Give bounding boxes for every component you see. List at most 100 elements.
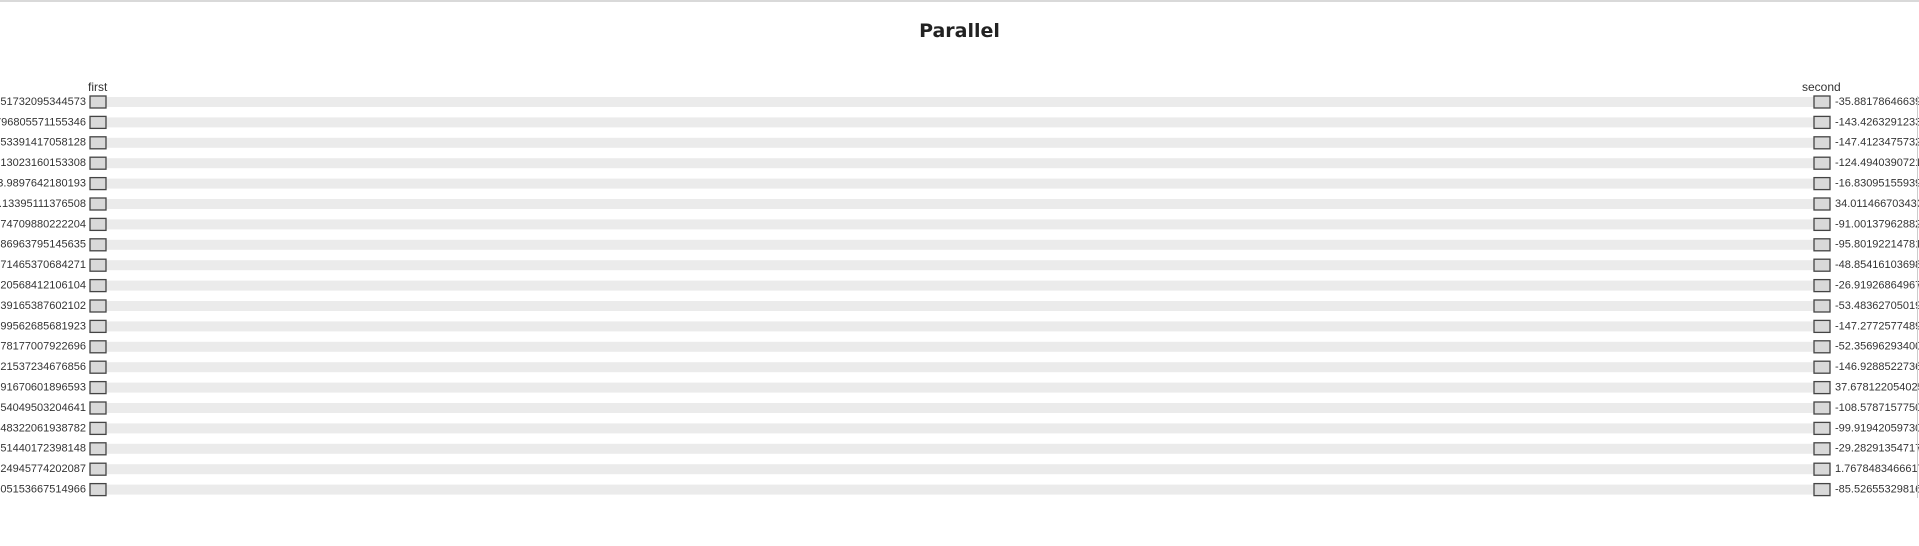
row-value-second: -124.49403907212	[1835, 157, 1919, 169]
row-value-second: 1.7678483466617	[1835, 463, 1919, 475]
row-band	[106, 97, 1814, 107]
chart-page: Parallel first second .51732095344573 -35.8…	[0, 0, 1919, 546]
row-checkbox-first[interactable]	[89, 176, 107, 191]
row-value-second: -35.881786466391	[1835, 96, 1919, 108]
row-value-second: -48.854161036985	[1835, 259, 1919, 271]
row-value-first: .53391417058128	[0, 137, 86, 149]
row-value-first: .021537234676856	[0, 361, 86, 373]
row-checkbox-second[interactable]	[1813, 380, 1831, 395]
row-value-second: -143.42632912333	[1835, 116, 1919, 128]
row-value-first: .978177007922696	[0, 341, 86, 353]
row-checkbox-second[interactable]	[1813, 482, 1831, 497]
row-checkbox-first[interactable]	[89, 380, 107, 395]
row-band	[106, 443, 1814, 454]
right-edge-line	[1917, 96, 1918, 498]
row-value-second: -147.27725774891	[1835, 320, 1919, 332]
row-value-second: 37.678122054025	[1835, 382, 1919, 394]
row-checkbox-first[interactable]	[89, 482, 107, 497]
row-checkbox-second[interactable]	[1813, 156, 1831, 170]
row-checkbox-first[interactable]	[89, 319, 107, 334]
row-band	[106, 260, 1814, 271]
row-band	[106, 301, 1814, 311]
row-value-first: .74709880222204	[0, 218, 86, 230]
row-band	[106, 464, 1814, 475]
row-value-first: .720568412106104	[0, 280, 86, 292]
row-band	[106, 117, 1814, 128]
row-value-first: .796805571155346	[0, 116, 86, 128]
row-value-first: .48322061938782	[0, 422, 86, 434]
row-value-first: .51732095344573	[0, 96, 86, 108]
row-band	[106, 178, 1814, 189]
row-checkbox-second[interactable]	[1813, 462, 1831, 476]
row-checkbox-second[interactable]	[1813, 401, 1831, 415]
row-band	[106, 219, 1814, 230]
row-checkbox-second[interactable]	[1813, 197, 1831, 211]
row-checkbox-second[interactable]	[1813, 115, 1831, 130]
row-checkbox-second[interactable]	[1813, 299, 1831, 313]
row-checkbox-first[interactable]	[89, 136, 107, 150]
row-value-first: .424945774202087	[0, 463, 86, 475]
parallel-chart: first second .51732095344573 -35.8817864663…	[0, 80, 1919, 498]
row-value-second: -16.830951559390	[1835, 178, 1919, 190]
row-value-second: -146.92885227363	[1835, 361, 1919, 373]
row-value-second: -85.526553298168	[1835, 484, 1919, 496]
row-value-second: -108.57871577505	[1835, 402, 1919, 414]
row-value-first: .54049503204641	[0, 402, 86, 414]
row-band	[106, 341, 1814, 352]
row-checkbox-second[interactable]	[1813, 238, 1831, 252]
row-checkbox-second[interactable]	[1813, 360, 1831, 374]
row-value-first: .586963795145635	[0, 239, 86, 251]
row-checkbox-first[interactable]	[89, 421, 107, 436]
row-checkbox-second[interactable]	[1813, 217, 1831, 232]
row-checkbox-first[interactable]	[89, 278, 107, 293]
row-value-first: .05153667514966	[0, 484, 86, 496]
row-value-first: .99562685681923	[0, 320, 86, 332]
row-checkbox-second[interactable]	[1813, 95, 1831, 109]
row-band	[106, 158, 1814, 169]
row-checkbox-second[interactable]	[1813, 340, 1831, 354]
row-value-first: .13023160153308	[0, 157, 86, 169]
row-checkbox-second[interactable]	[1813, 442, 1831, 456]
row-checkbox-first[interactable]	[89, 95, 107, 109]
row-checkbox-first[interactable]	[89, 299, 107, 313]
row-band	[106, 199, 1814, 209]
row-band	[106, 484, 1814, 495]
row-checkbox-second[interactable]	[1813, 278, 1831, 293]
row-value-second: -91.001379628821	[1835, 218, 1919, 230]
row-checkbox-first[interactable]	[89, 238, 107, 252]
row-checkbox-first[interactable]	[89, 360, 107, 374]
row-value-first: .391670601896593	[0, 382, 86, 394]
row-checkbox-second[interactable]	[1813, 136, 1831, 150]
row-checkbox-first[interactable]	[89, 462, 107, 476]
row-checkbox-first[interactable]	[89, 217, 107, 232]
row-checkbox-first[interactable]	[89, 340, 107, 354]
row-value-first: .13395111376508	[0, 198, 86, 210]
row-checkbox-first[interactable]	[89, 115, 107, 130]
row-band	[106, 382, 1814, 393]
row-value-second: 34.011466703433	[1835, 198, 1919, 210]
row-value-second: -26.919268649679	[1835, 280, 1919, 292]
row-checkbox-first[interactable]	[89, 197, 107, 211]
axis-label-second: second	[1802, 80, 1841, 94]
row-band	[106, 137, 1814, 148]
row-checkbox-first[interactable]	[89, 401, 107, 415]
row-value-second: -53.483627050197	[1835, 300, 1919, 312]
row-checkbox-second[interactable]	[1813, 319, 1831, 334]
row-value-second: -99.919420597306	[1835, 422, 1919, 434]
row-checkbox-first[interactable]	[89, 442, 107, 456]
row-checkbox-first[interactable]	[89, 156, 107, 170]
row-value-first: .39165387602102	[0, 300, 86, 312]
row-checkbox-second[interactable]	[1813, 421, 1831, 436]
row-checkbox-second[interactable]	[1813, 176, 1831, 191]
row-checkbox-first[interactable]	[89, 258, 107, 272]
row-value-first: .51440172398148	[0, 443, 86, 455]
row-value-first: .71465370684271	[0, 259, 86, 271]
row-checkbox-second[interactable]	[1813, 258, 1831, 272]
row-value-second: -147.41234757327	[1835, 137, 1919, 149]
row-band	[106, 423, 1814, 434]
row-value-second: -29.282913547170	[1835, 443, 1919, 455]
row-value-second: -95.801922147811	[1835, 239, 1919, 251]
row-band	[106, 403, 1814, 413]
row-band	[106, 239, 1814, 250]
axis-label-first: first	[88, 80, 108, 94]
